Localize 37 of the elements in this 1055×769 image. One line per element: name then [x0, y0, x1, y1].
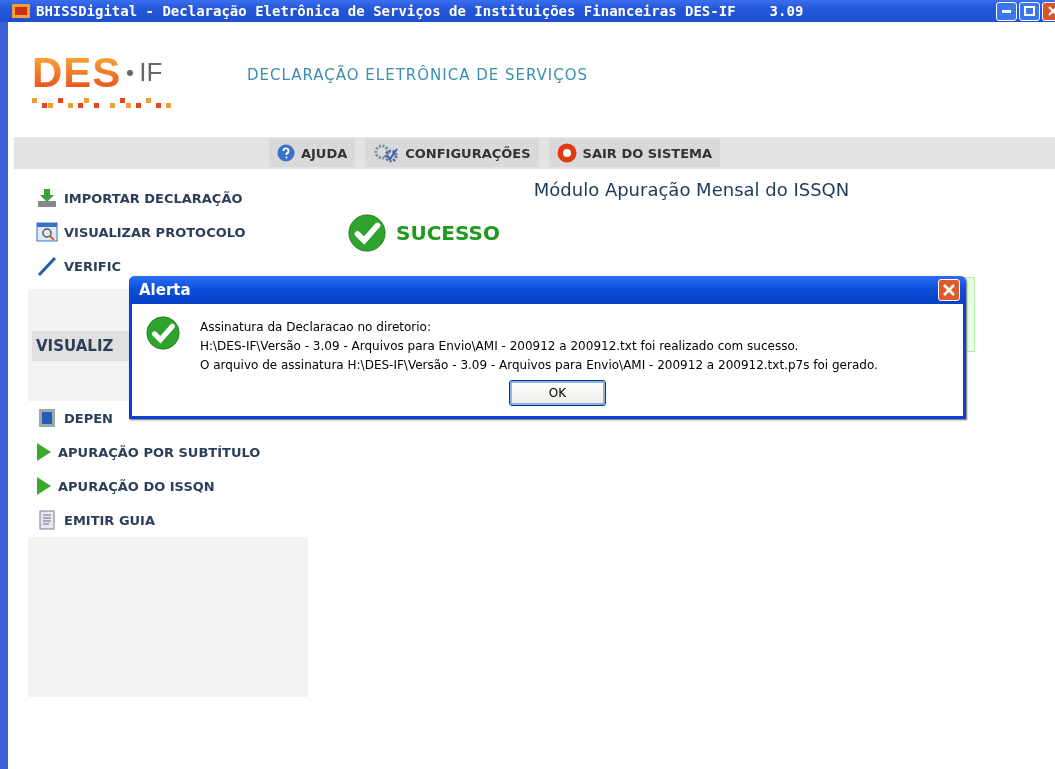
pen-icon	[36, 256, 58, 276]
document-icon	[36, 510, 58, 530]
download-icon	[36, 188, 58, 208]
close-icon	[1047, 6, 1055, 16]
toolbar-button[interactable]: CONFIGURAÇÕES	[365, 139, 539, 167]
magnifier-window-icon	[36, 222, 58, 242]
status-text: SUCESSO	[396, 221, 500, 245]
check-icon	[348, 214, 386, 252]
maximize-icon	[1024, 6, 1035, 16]
play-icon	[36, 442, 52, 462]
version-label: 3.09	[769, 3, 804, 19]
message-line: O arquivo de assinatura H:\DES-IF\Versão - 3.09 - Arquivos para Envio\AMI - 200912 a 200912.txt.p7s foi gerado.	[200, 358, 878, 372]
sidebar-item[interactable]: EMITIR GUIA	[28, 503, 308, 537]
sidebar-item[interactable]: APURAÇÃO POR SUBTÍTULO	[28, 435, 308, 469]
logo-subtext: IF	[139, 57, 163, 88]
sidebar-item[interactable]: APURAÇÃO DO ISSQN	[28, 469, 308, 503]
dialog-close-button[interactable]	[938, 279, 960, 301]
play-icon	[36, 476, 52, 496]
app-icon	[12, 4, 30, 18]
toolbar-button[interactable]: SAIR DO SISTEMA	[548, 139, 721, 167]
dialog-title: Alerta	[139, 281, 191, 299]
close-icon	[943, 284, 955, 296]
minimize-button[interactable]	[996, 1, 1017, 21]
module-title: Módulo Apuração Mensal do ISSQN	[533, 179, 850, 200]
power-icon	[556, 143, 577, 163]
message-line: Assinatura da Declaracao no diretorio:	[200, 320, 432, 334]
help-icon	[276, 144, 295, 162]
gears-icon	[373, 143, 400, 163]
toolbar-button[interactable]: AJUDA	[268, 139, 356, 167]
check-icon	[146, 316, 180, 350]
header-title: DECLARAÇÃO ELETRÔNICA DE SERVIÇOS	[247, 65, 589, 84]
maximize-button[interactable]	[1019, 1, 1040, 21]
ok-button[interactable]: OK	[509, 380, 606, 406]
building-icon	[36, 408, 58, 428]
minimize-icon	[1002, 9, 1011, 13]
window-title: BHISSDigital - Declaração Eletrônica de Serviços de Instituições Financeiras DES-IF	[36, 3, 736, 19]
logo-dot-icon	[127, 69, 134, 76]
